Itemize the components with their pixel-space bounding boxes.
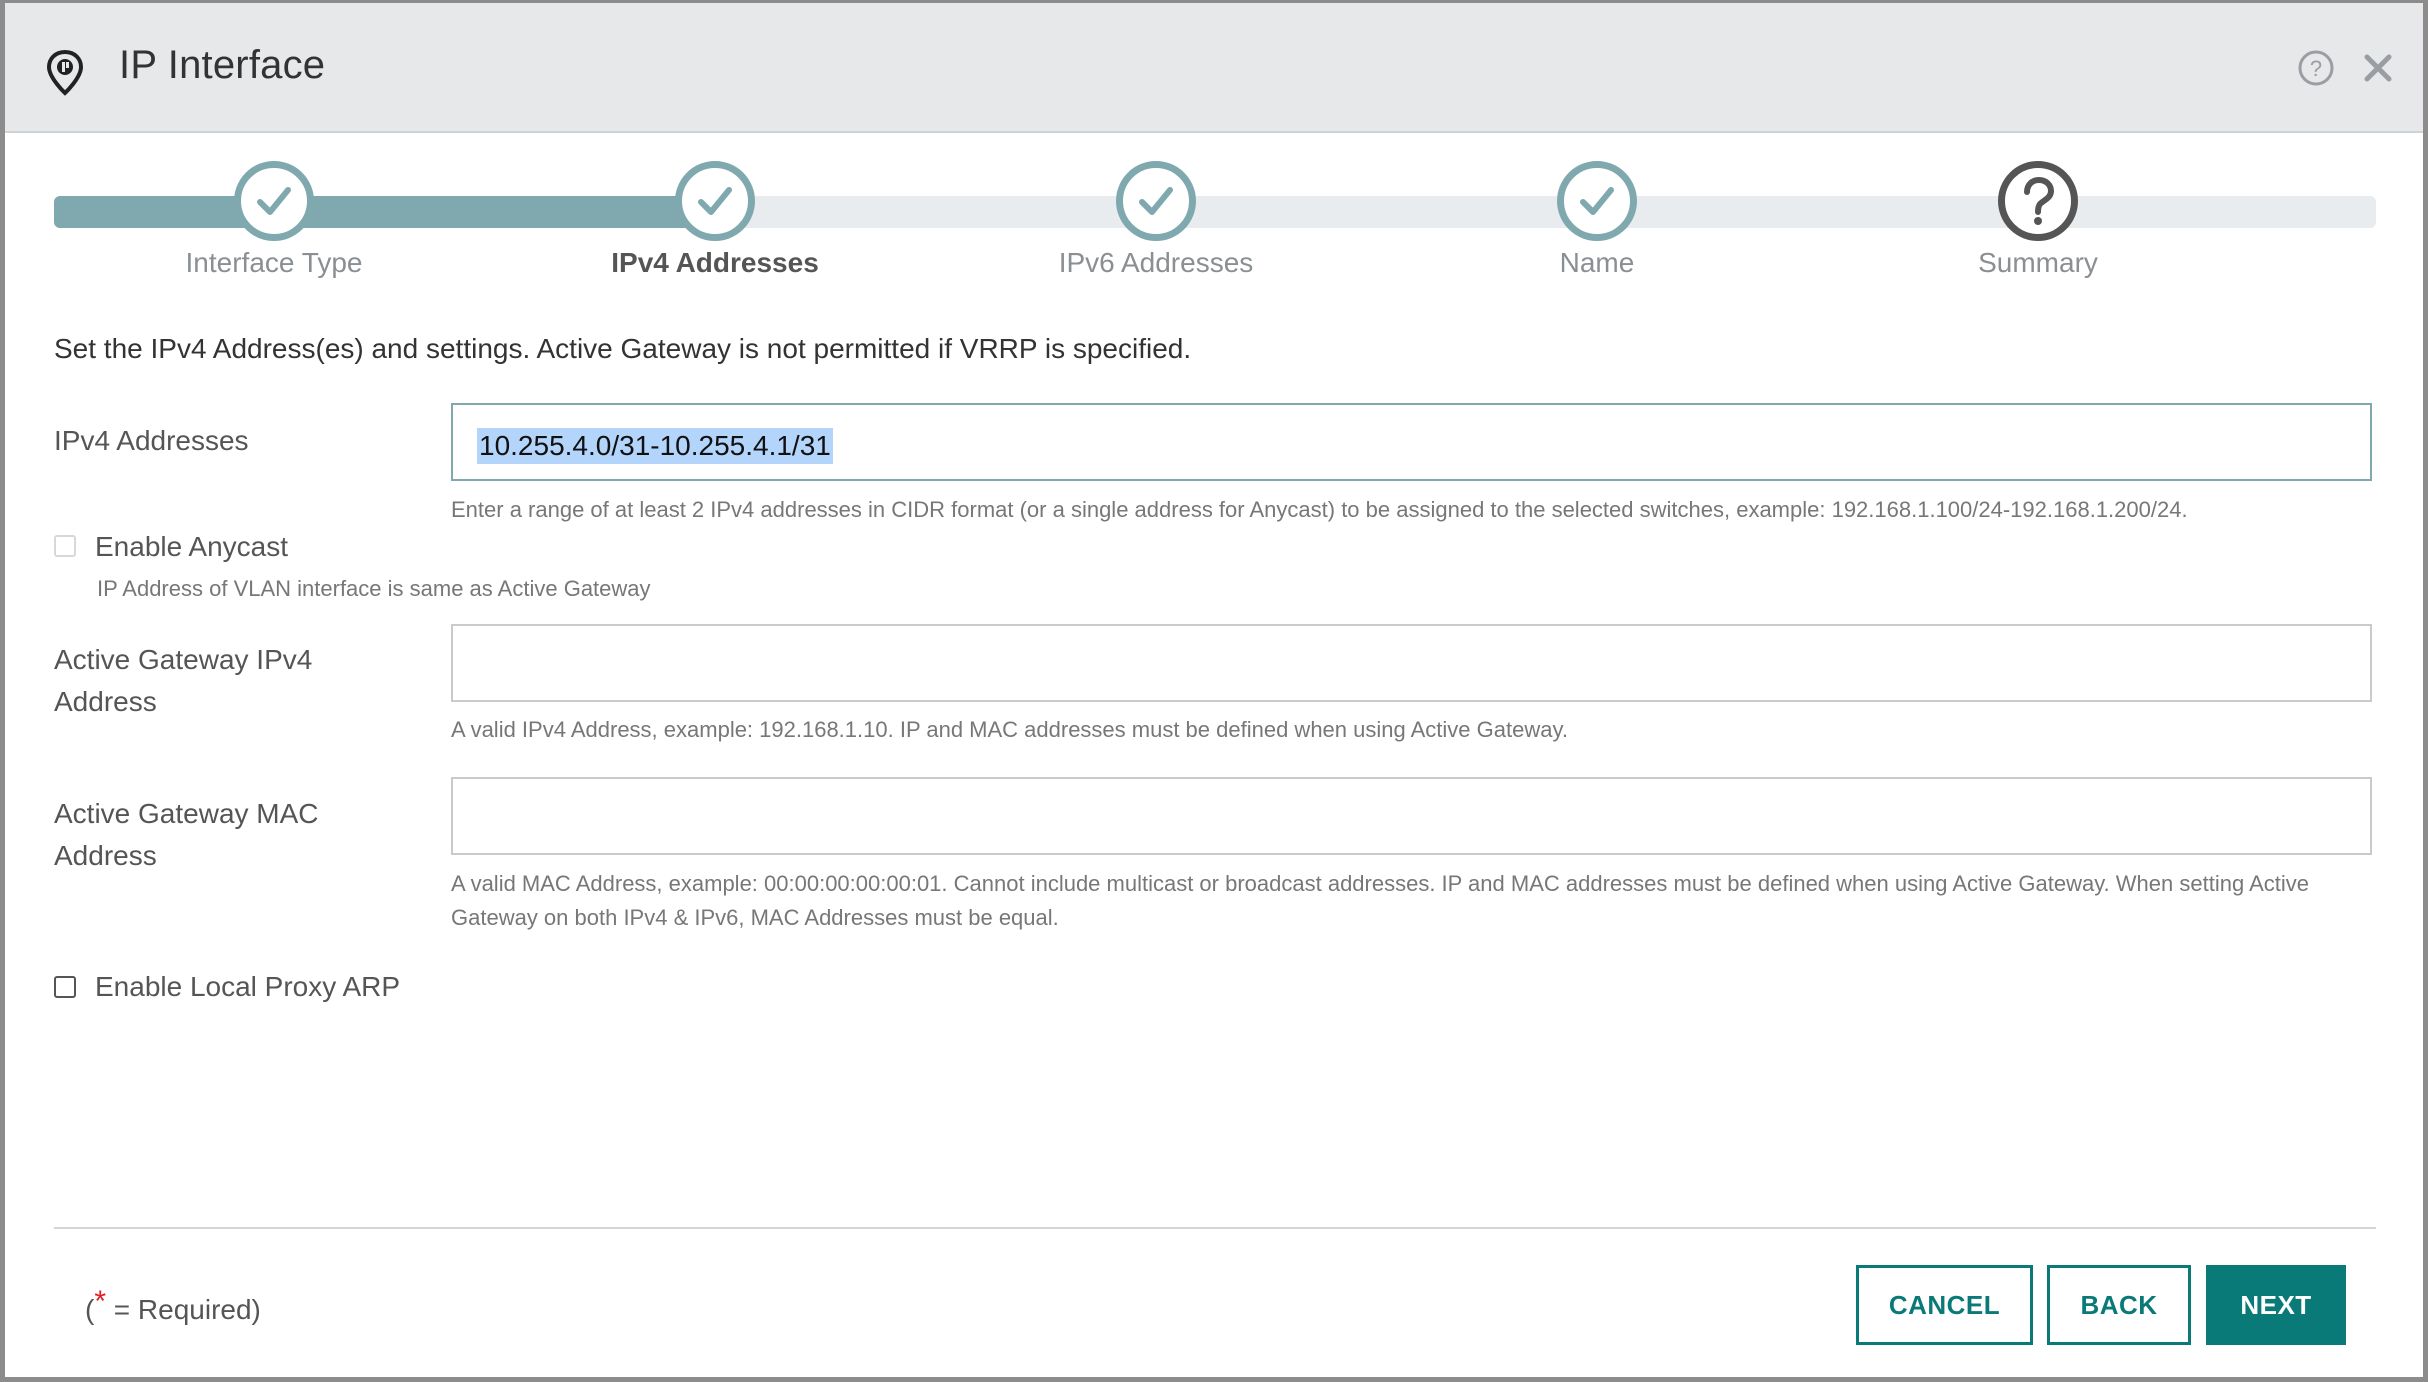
ipv4-addresses-value: 10.255.4.0/31-10.255.4.1/31 [477, 428, 833, 464]
enable-anycast-label: Enable Anycast [95, 531, 289, 562]
close-icon[interactable] [2361, 51, 2395, 85]
enable-anycast-hint: IP Address of VLAN interface is same as … [97, 576, 651, 601]
step-ipv6-addresses[interactable]: IPv6 Addresses [1006, 161, 1306, 279]
step-summary[interactable]: Summary [1888, 161, 2188, 279]
ipv4-addresses-hint: Enter a range of at least 2 IPv4 address… [451, 497, 2188, 522]
enable-local-proxy-arp-label: Enable Local Proxy ARP [95, 971, 401, 1002]
check-icon [257, 187, 291, 215]
step-circle [1998, 161, 2078, 241]
question-icon [2024, 176, 2055, 225]
step-circle [1116, 161, 1196, 241]
footer-divider [54, 1227, 2376, 1229]
back-button[interactable]: BACK [2047, 1265, 2191, 1345]
required-text: = Required) [106, 1294, 261, 1325]
step-label: Summary [1978, 247, 2098, 278]
label-line: Active Gateway IPv4 [54, 644, 313, 675]
intro-text: Set the IPv4 Address(es) and settings. A… [54, 333, 1192, 364]
dialog-header: IP Interface ? [5, 3, 2423, 133]
hint-line: Gateway on both IPv4 & IPv6, MAC Address… [451, 905, 1059, 930]
step-name[interactable]: Name [1447, 161, 1747, 279]
active-gateway-ipv4-label: Active Gateway IPv4 Address [54, 639, 312, 723]
required-open: ( [85, 1294, 95, 1325]
step-label: IPv6 Addresses [1058, 247, 1254, 278]
dialog-title: IP Interface [119, 43, 326, 87]
step-circle [675, 161, 755, 241]
required-note: (* = Required) [85, 1285, 261, 1327]
step-label: IPv4 Addresses [611, 247, 819, 278]
label-line: Address [54, 686, 157, 717]
active-gateway-ipv4-hint: A valid IPv4 Address, example: 192.168.1… [451, 717, 1568, 742]
step-ipv4-addresses[interactable]: IPv4 Addresses [565, 161, 865, 279]
ip-interface-dialog: IP Interface ? Interface Type IPv4 Addre… [5, 3, 2423, 1377]
active-gateway-mac-input[interactable] [451, 777, 2372, 855]
step-label: Name [1559, 247, 1635, 278]
enable-anycast-checkbox[interactable] [54, 535, 76, 557]
active-gateway-mac-hint: A valid MAC Address, example: 00:00:00:0… [451, 867, 2309, 935]
active-gateway-mac-label: Active Gateway MAC Address [54, 793, 319, 877]
check-icon [1580, 187, 1614, 215]
hint-line: A valid MAC Address, example: 00:00:00:0… [451, 871, 2309, 896]
svg-text:?: ? [2310, 56, 2322, 81]
label-line: Active Gateway MAC [54, 798, 319, 829]
step-label: Interface Type [185, 247, 363, 278]
enable-local-proxy-arp-checkbox[interactable] [54, 976, 76, 998]
step-interface-type[interactable]: Interface Type [124, 161, 424, 279]
cancel-button[interactable]: CANCEL [1856, 1265, 2033, 1345]
step-circle [1557, 161, 1637, 241]
step-circle [234, 161, 314, 241]
ipv4-addresses-label: IPv4 Addresses [54, 425, 249, 456]
help-icon[interactable]: ? [2297, 49, 2335, 87]
location-pin-icon [46, 49, 84, 96]
label-line: Address [54, 840, 157, 871]
check-icon [1139, 187, 1173, 215]
required-star: * [94, 1285, 107, 1318]
check-icon [698, 187, 732, 215]
active-gateway-ipv4-input[interactable] [451, 624, 2372, 702]
next-button[interactable]: NEXT [2206, 1265, 2346, 1345]
